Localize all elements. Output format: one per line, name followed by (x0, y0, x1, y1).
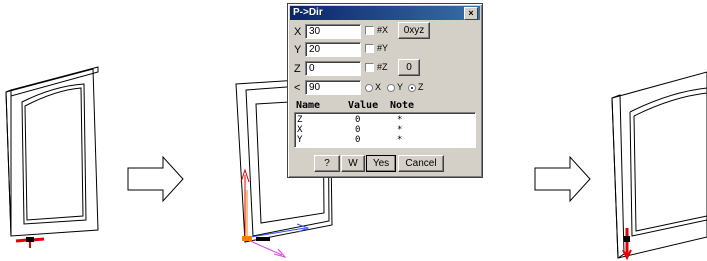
z-lock-label: #Z (377, 62, 388, 72)
y-input[interactable]: 20 (305, 42, 361, 57)
angle-input[interactable]: 90 (305, 80, 361, 95)
radio-y[interactable] (387, 84, 395, 92)
field-label-angle: < (294, 82, 301, 94)
oxyz-button[interactable]: 0xyz (398, 22, 430, 39)
dialog-titlebar[interactable]: P->Dir × (290, 6, 480, 20)
variables-table[interactable]: Z 0 * X 0 * Y 0 * (294, 112, 476, 148)
cancel-button[interactable]: Cancel (398, 155, 444, 172)
radio-x-label: X (375, 82, 382, 92)
radio-y-label: Y (397, 82, 404, 92)
radio-x[interactable] (365, 84, 373, 92)
column-header-value: Value (348, 100, 379, 111)
zero-button[interactable]: 0 (398, 59, 420, 76)
cell-name: X (297, 125, 303, 135)
close-button[interactable]: × (464, 7, 478, 20)
cell-value: 0 (355, 115, 361, 125)
field-label-z: Z (294, 63, 301, 75)
field-label-y: Y (294, 44, 302, 56)
yes-button[interactable]: Yes (366, 155, 396, 172)
cell-value: 0 (355, 135, 361, 145)
field-label-x: X (294, 26, 302, 38)
cell-name: Y (297, 135, 303, 145)
cell-note: * (397, 135, 403, 145)
y-lock-checkbox[interactable] (365, 44, 374, 53)
z-lock-checkbox[interactable] (365, 63, 374, 72)
cell-note: * (397, 125, 403, 135)
radio-z-label: Z (418, 82, 424, 92)
cell-name: Z (297, 115, 303, 125)
x-lock-label: #X (377, 25, 389, 35)
column-header-name: Name (296, 100, 321, 111)
help-button[interactable]: ? (314, 155, 340, 172)
radio-z[interactable] (408, 84, 416, 92)
cell-value: 0 (355, 125, 361, 135)
dialog-title: P->Dir (293, 7, 323, 18)
y-lock-label: #Y (377, 43, 389, 53)
column-header-note: Note (390, 100, 415, 111)
cell-note: * (397, 115, 403, 125)
x-lock-checkbox[interactable] (365, 26, 374, 35)
z-input[interactable]: 0 (305, 61, 361, 76)
p-dir-dialog: P->Dir × X 30 #X 0xyz Y 20 #Y Z 0 #Z 0 <… (287, 3, 483, 178)
w-button[interactable]: W (341, 155, 365, 172)
x-input[interactable]: 30 (305, 24, 361, 39)
